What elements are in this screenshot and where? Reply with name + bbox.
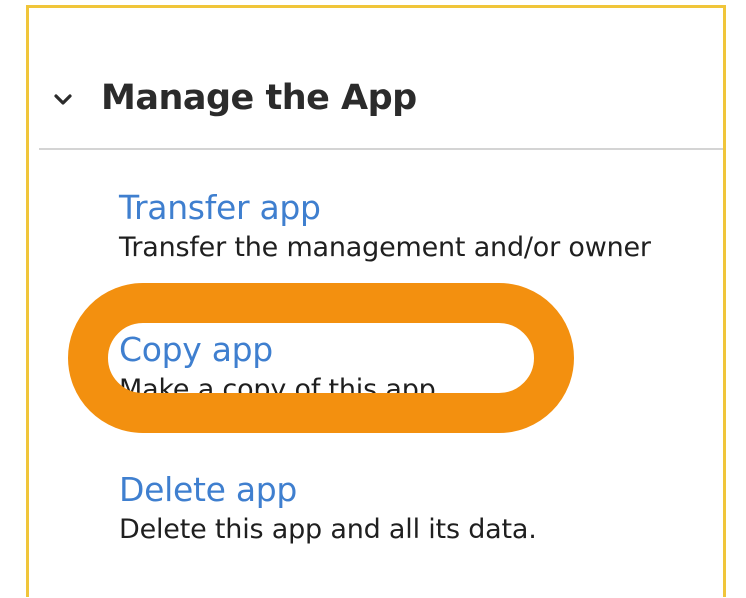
delete-app-description: Delete this app and all its data. (119, 514, 537, 545)
manage-app-panel: Manage the App Transfer app Transfer the… (26, 5, 726, 597)
menu-item-delete-app: Delete app Delete this app and all its d… (119, 470, 723, 548)
transfer-app-description: Transfer the management and/or owner (119, 232, 651, 263)
section-divider (39, 148, 723, 150)
copy-app-link[interactable]: Copy app (119, 330, 723, 370)
copy-app-description: Make a copy of this app. (119, 374, 444, 405)
menu-item-copy-app: Copy app Make a copy of this app. (119, 330, 723, 408)
menu-item-transfer-app: Transfer app Transfer the management and… (119, 188, 723, 266)
chevron-down-icon[interactable] (51, 88, 75, 112)
delete-app-link[interactable]: Delete app (119, 470, 723, 510)
section-title: Manage the App (101, 78, 417, 118)
section-header-manage-app[interactable]: Manage the App (29, 72, 723, 128)
transfer-app-link[interactable]: Transfer app (119, 188, 723, 228)
